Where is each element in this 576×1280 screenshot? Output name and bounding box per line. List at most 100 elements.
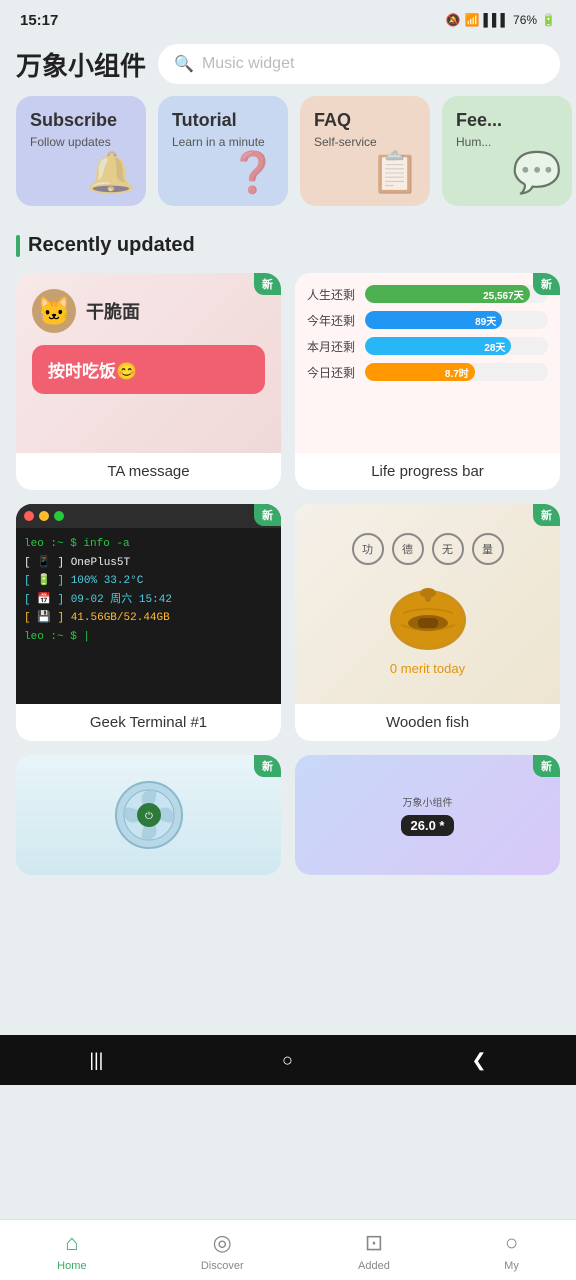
- fan-new-badge: 新: [254, 755, 281, 777]
- life-progress-preview: 人生还剩 25,567天 今年还剩 89天 本月还剩: [295, 273, 560, 453]
- progress-label-1: 人生还剩: [307, 286, 359, 303]
- added-label: Added: [358, 1260, 390, 1272]
- feedback-icon: 💬: [512, 149, 562, 196]
- wooden-fish-preview: 功 德 无 量 0 merit today: [295, 504, 560, 704]
- faq-icon: 📋: [370, 149, 420, 196]
- recent-apps-button[interactable]: |||: [89, 1050, 103, 1071]
- dot-yellow: [39, 511, 49, 521]
- header: 万象小组件 🔍 Music widget: [0, 36, 576, 96]
- terminal-line-5: [ 💾 ] 41.56GB/52.44GB: [24, 610, 273, 627]
- progress-row-3: 本月还剩 28天: [307, 337, 548, 355]
- nav-my[interactable]: ○ My: [504, 1230, 519, 1272]
- progress-bar-inner-3: 28天: [365, 337, 511, 355]
- life-progress-label: Life progress bar: [295, 453, 560, 490]
- dot-green: [54, 511, 64, 521]
- fan-svg: ⏻: [114, 780, 184, 850]
- category-subscribe-title: Subscribe: [30, 110, 132, 131]
- search-bar[interactable]: 🔍 Music widget: [158, 44, 560, 84]
- category-feedback[interactable]: Fee... Hum... 💬: [442, 96, 572, 206]
- terminal-titlebar: [16, 504, 281, 528]
- terminal-line-3: [ 🔋 ] 100% 33.2°C: [24, 573, 273, 590]
- bottom-nav: ⌂ Home ◎ Discover ⊡ Added ○ My: [0, 1219, 576, 1280]
- added-icon: ⊡: [365, 1230, 383, 1256]
- category-tutorial-title: Tutorial: [172, 110, 274, 131]
- home-icon: ⌂: [65, 1230, 78, 1256]
- progress-label-4: 今日还剩: [307, 364, 359, 381]
- ta-message-new-badge: 新: [254, 273, 281, 295]
- ac-new-badge: 新: [533, 755, 560, 777]
- progress-value-2: 89天: [475, 313, 496, 328]
- merit-char-1: 功: [352, 533, 384, 565]
- ta-avatar-row: 🐱 干脆面: [32, 289, 265, 333]
- progress-bar-outer-1: 25,567天: [365, 285, 548, 303]
- nav-discover[interactable]: ◎ Discover: [201, 1230, 244, 1272]
- categories-row: Subscribe Follow updates 🔔 Tutorial Lear…: [0, 96, 576, 226]
- nav-home[interactable]: ⌂ Home: [57, 1230, 86, 1272]
- widget-ta-message[interactable]: 新 🐱 干脆面 按时吃饭😊 TA message: [16, 273, 281, 490]
- widget-geek-terminal[interactable]: 新 leo :~ $ info -a [ 📱 ] OnePlus5T [ 🔋 ]…: [16, 504, 281, 741]
- wooden-fish-svg: [383, 575, 473, 655]
- progress-bar-inner-1: 25,567天: [365, 285, 530, 303]
- nav-added[interactable]: ⊡ Added: [358, 1230, 390, 1272]
- category-faq[interactable]: FAQ Self-service 📋: [300, 96, 430, 206]
- progress-bar-outer-3: 28天: [365, 337, 548, 355]
- category-faq-title: FAQ: [314, 110, 416, 131]
- svg-text:⏻: ⏻: [145, 811, 153, 822]
- ta-message-bubble: 按时吃饭😊: [32, 345, 265, 394]
- home-button[interactable]: ○: [282, 1050, 293, 1071]
- merit-chars-row: 功 德 无 量: [352, 533, 504, 565]
- section-bar-indicator: [16, 235, 20, 257]
- progress-label-3: 本月还剩: [307, 338, 359, 355]
- ta-avatar: 🐱: [32, 289, 76, 333]
- partial-widget-grid: 新 ⏻ 新 万象小组件: [0, 741, 576, 875]
- progress-bar-outer-4: 8.7时: [365, 363, 548, 381]
- category-feedback-sub: Hum...: [456, 135, 558, 149]
- wooden-fish-new-badge: 新: [533, 504, 560, 526]
- status-bar: 15:17 🔕 📶 ▌▌▌ 76% 🔋: [0, 0, 576, 36]
- progress-value-3: 28天: [484, 339, 505, 354]
- my-label: My: [504, 1260, 519, 1272]
- system-nav: ||| ○ ❮: [0, 1035, 576, 1085]
- progress-row-1: 人生还剩 25,567天: [307, 285, 548, 303]
- widget-fan-partial[interactable]: 新 ⏻: [16, 755, 281, 875]
- progress-bar-inner-2: 89天: [365, 311, 502, 329]
- dot-red: [24, 511, 34, 521]
- terminal-window: leo :~ $ info -a [ 📱 ] OnePlus5T [ 🔋 ] 1…: [16, 504, 281, 704]
- fan-body: ⏻: [114, 780, 184, 850]
- discover-label: Discover: [201, 1260, 244, 1272]
- progress-row-4: 今日还剩 8.7时: [307, 363, 548, 381]
- widget-wooden-fish[interactable]: 新 功 德 无 量 0 merit tod: [295, 504, 560, 741]
- terminal-line-6: leo :~ $ |: [24, 629, 273, 646]
- search-icon: 🔍: [174, 54, 194, 74]
- my-icon: ○: [505, 1230, 518, 1256]
- app-title: 万象小组件: [16, 46, 146, 83]
- status-time: 15:17: [20, 12, 58, 29]
- back-button[interactable]: ❮: [472, 1050, 487, 1071]
- category-tutorial[interactable]: Tutorial Learn in a minute ❓: [158, 96, 288, 206]
- wifi-icon: 📶: [465, 13, 480, 27]
- section-title: Recently updated: [28, 234, 195, 257]
- life-progress-new-badge: 新: [533, 273, 560, 295]
- merit-char-4: 量: [472, 533, 504, 565]
- tutorial-icon: ❓: [228, 149, 278, 196]
- widget-grid: 新 🐱 干脆面 按时吃饭😊 TA message 新 人生还剩 25,567天: [0, 273, 576, 741]
- terminal-line-1: leo :~ $ info -a: [24, 536, 273, 553]
- widget-life-progress[interactable]: 新 人生还剩 25,567天 今年还剩 89天 本月还剩: [295, 273, 560, 490]
- widget-ac-partial[interactable]: 新 万象小组件 26.0 *: [295, 755, 560, 875]
- section-header: Recently updated: [0, 226, 576, 273]
- progress-value-1: 25,567天: [483, 287, 524, 302]
- geek-terminal-preview: leo :~ $ info -a [ 📱 ] OnePlus5T [ 🔋 ] 1…: [16, 504, 281, 704]
- signal-icon: ▌▌▌: [484, 13, 510, 27]
- category-subscribe-sub: Follow updates: [30, 135, 132, 149]
- merit-char-2: 德: [392, 533, 424, 565]
- status-icons: 🔕 📶 ▌▌▌ 76% 🔋: [446, 13, 556, 27]
- discover-icon: ◎: [213, 1230, 232, 1256]
- terminal-body: leo :~ $ info -a [ 📱 ] OnePlus5T [ 🔋 ] 1…: [16, 528, 281, 704]
- category-subscribe[interactable]: Subscribe Follow updates 🔔: [16, 96, 146, 206]
- ta-message-preview: 🐱 干脆面 按时吃饭😊: [16, 273, 281, 453]
- ta-name: 干脆面: [86, 298, 140, 324]
- subscribe-icon: 🔔: [86, 149, 136, 196]
- progress-bar-inner-4: 8.7时: [365, 363, 475, 381]
- merit-today-text: 0 merit today: [390, 661, 465, 676]
- category-faq-sub: Self-service: [314, 135, 416, 149]
